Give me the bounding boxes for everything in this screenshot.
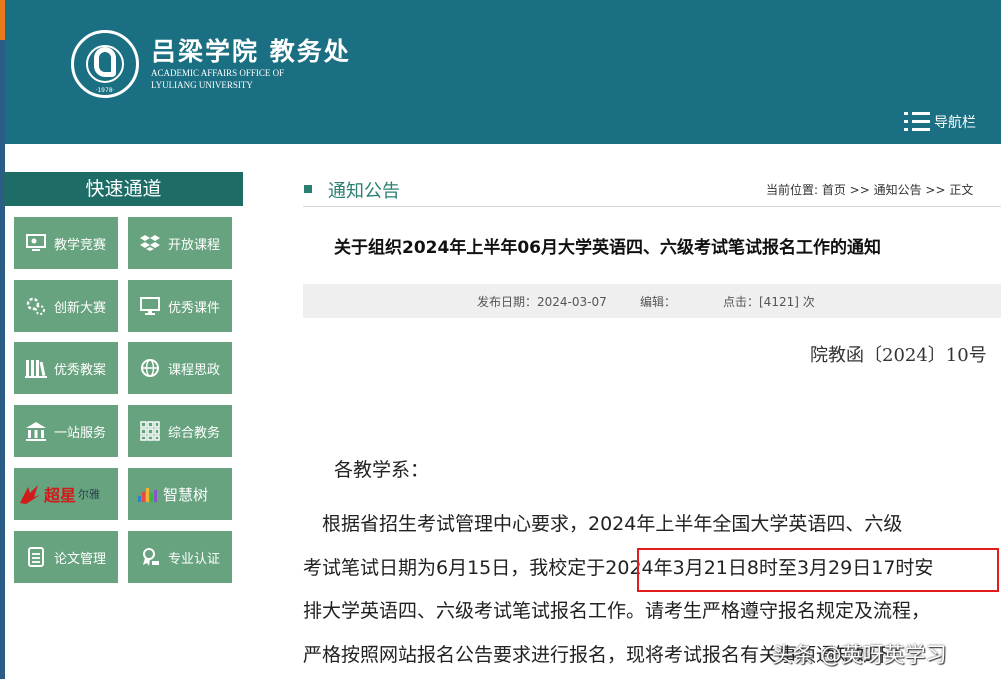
quick-link-label: 优秀课件 <box>168 300 221 316</box>
quick-link-label: 论文管理 <box>54 551 107 567</box>
section-marker <box>304 185 312 193</box>
quick-link-label: 创新大赛 <box>54 300 107 316</box>
quick-link-course-ideology[interactable]: 课程思政 <box>128 342 232 394</box>
quick-link-thesis-management[interactable]: 论文管理 <box>14 531 118 583</box>
site-subtitle-line1: ACADEMIC AFFAIRS OFFICE OF <box>151 68 285 78</box>
highlight-box <box>637 548 999 592</box>
gears-icon <box>24 294 48 318</box>
quick-link-label: 开放课程 <box>168 237 221 253</box>
chaoxing-brand: 超星 <box>44 486 77 505</box>
building-icon <box>24 419 48 443</box>
university-logo-icon[interactable]: ·1978· <box>71 30 139 98</box>
editor: 编辑： <box>640 295 677 309</box>
site-subtitle: ACADEMIC AFFAIRS OFFICE OF LYULIANG UNIV… <box>151 67 284 91</box>
quick-link-one-stop-service[interactable]: 一站服务 <box>14 405 118 457</box>
quick-link-excellent-courseware[interactable]: 优秀课件 <box>128 280 232 332</box>
quick-link-innovation-contest[interactable]: 创新大赛 <box>14 280 118 332</box>
quick-link-academic-affairs[interactable]: 综合教务 <box>128 405 232 457</box>
watermark: 头条 @英呀英学习 <box>772 643 947 667</box>
quick-link-zhihuishu[interactable]: 智慧树 <box>128 468 232 520</box>
site-header: ·1978· 吕梁学院 教务处 ACADEMIC AFFAIRS OFFICE … <box>5 0 1001 144</box>
document-icon <box>24 545 48 569</box>
menu-icon <box>904 112 930 132</box>
article-title: 关于组织2024年上半年06月大学英语四、六级考试笔试报名工作的通知 <box>334 238 881 258</box>
zhihuishu-logo-icon <box>138 486 158 502</box>
nav-menu-button[interactable]: 导航栏 <box>904 112 976 132</box>
certificate-icon <box>138 545 162 569</box>
quick-link-label: 专业认证 <box>168 551 221 567</box>
paragraph-line: 排大学英语四、六级考试笔试报名工作。请考生严格遵守报名规定及流程， <box>303 600 931 622</box>
site-subtitle-line2: LYULIANG UNIVERSITY <box>151 80 253 90</box>
site-title: 吕梁学院 教务处 <box>151 37 351 66</box>
paragraph-line: 根据省招生考试管理中心要求，2024年上半年全国大学英语四、六级 <box>303 513 903 535</box>
breadcrumb[interactable]: 当前位置: 首页 >> 通知公告 >> 正文 <box>766 181 973 198</box>
logo-year: ·1978· <box>95 87 115 94</box>
click-count: 点击：[4121] 次 <box>723 295 815 309</box>
quick-link-label: 教学竞赛 <box>54 237 107 253</box>
publish-date: 发布日期：2024-03-07 <box>477 295 607 309</box>
nav-menu-label: 导航栏 <box>934 115 976 131</box>
quick-link-major-certification[interactable]: 专业认证 <box>128 531 232 583</box>
quick-link-label: 课程思政 <box>168 362 221 378</box>
quick-access-title: 快速通道 <box>4 172 243 206</box>
monitor-person-icon <box>24 231 48 255</box>
quick-link-teaching-competition[interactable]: 教学竞赛 <box>14 217 118 269</box>
section-divider <box>303 206 1001 207</box>
quick-link-chaoxing-erya[interactable]: 超星 尔雅 <box>14 468 118 520</box>
document-number: 院教函〔2024〕10号 <box>810 345 987 366</box>
quick-link-open-courses[interactable]: 开放课程 <box>128 217 232 269</box>
article-meta-bar: 发布日期：2024-03-07 编辑： 点击：[4121] 次 <box>303 284 1001 318</box>
books-icon <box>24 356 48 380</box>
quick-link-label: 综合教务 <box>168 425 221 441</box>
quick-link-label: 智慧树 <box>163 485 209 504</box>
quick-link-label: 一站服务 <box>54 425 107 441</box>
grid-icon <box>138 419 162 443</box>
globe-icon <box>138 356 162 380</box>
quick-link-excellent-lesson-plans[interactable]: 优秀教案 <box>14 342 118 394</box>
desktop-icon <box>138 294 162 318</box>
salutation: 各教学系： <box>334 459 430 481</box>
quick-link-label: 尔雅 <box>78 488 101 501</box>
dropbox-icon <box>138 231 162 255</box>
chaoxing-logo-icon <box>18 482 42 506</box>
section-title: 通知公告 <box>328 181 400 202</box>
quick-link-label: 优秀教案 <box>54 362 107 378</box>
